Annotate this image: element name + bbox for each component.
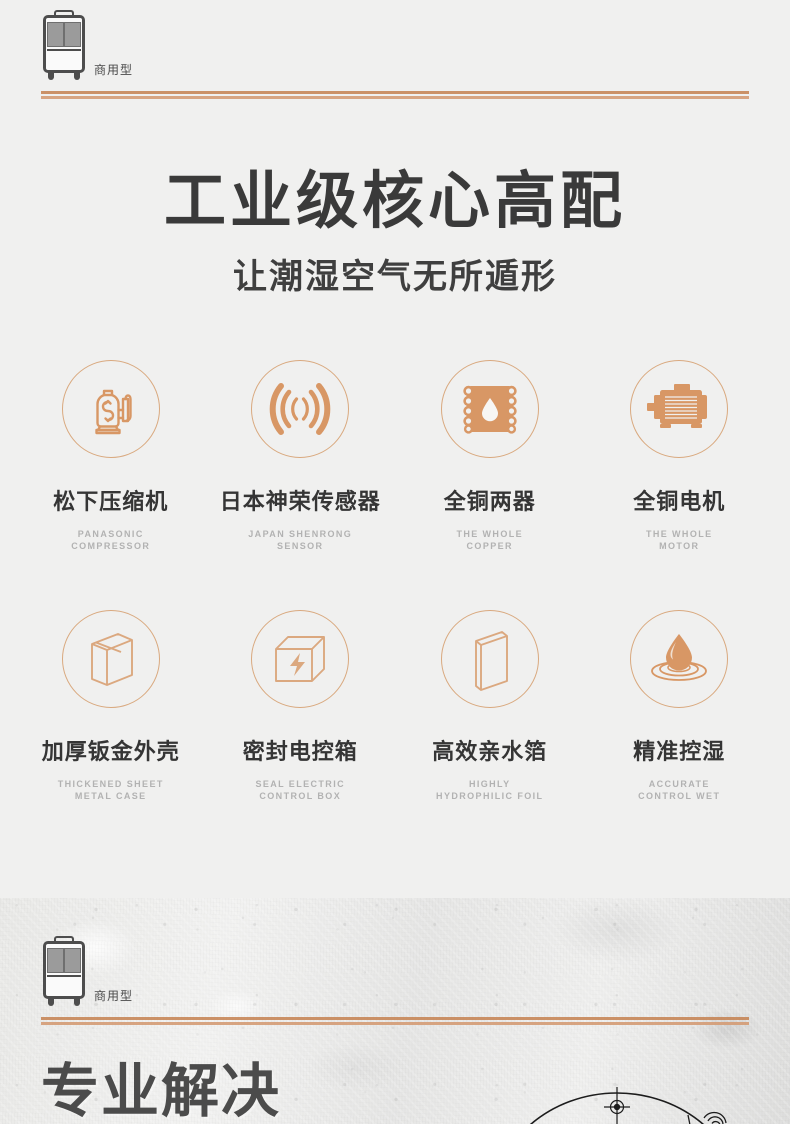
feature-subtitle: THE WHOLE MOTOR <box>585 528 775 552</box>
feature-subtitle-line2: HYDROPHILIC FOIL <box>436 791 544 802</box>
brand-header-top: 商用型 <box>41 6 749 99</box>
brand-divider-bottom <box>41 1017 749 1025</box>
hydrophilic-foil-icon <box>474 631 508 692</box>
feature-subtitle: HIGHLY HYDROPHILIC FOIL <box>395 778 585 802</box>
feature-item: 加厚钣金外壳 THICKENED SHEET METAL CASE <box>16 610 206 802</box>
feature-subtitle-line2: CONTROL WET <box>638 791 721 802</box>
feature-subtitle-line2: COPPER <box>466 541 513 552</box>
feature-title: 松下压缩机 <box>53 490 169 515</box>
feature-subtitle: SEAL ELECTRIC CONTROL BOX <box>206 778 396 802</box>
feature-subtitle-line1: HIGHLY <box>468 779 511 790</box>
bottom-section-title: 专业解决 <box>41 1057 282 1124</box>
feature-icon-circle <box>440 360 539 458</box>
feature-subtitle: ACCURATE CONTROL WET <box>585 778 775 802</box>
feature-subtitle-line1: THE WHOLE <box>645 529 713 539</box>
feature-item: 高效亲水箔 HIGHLY HYDROPHILIC FOIL <box>395 610 585 802</box>
feature-icon-circle <box>251 360 350 458</box>
feature-subtitle-line2: SENSOR <box>277 541 324 552</box>
feature-subtitle-line2: MOTOR <box>659 541 700 552</box>
feature-subtitle-line2: CONTROL BOX <box>259 791 342 802</box>
feature-subtitle: THE WHOLE COPPER <box>395 528 585 552</box>
page-title: 工业级核心高配 <box>163 164 626 237</box>
water-drop-ripple-icon <box>651 634 708 682</box>
feature-subtitle-line1: PANASONIC <box>77 529 144 539</box>
feature-item: 全铜两器 THE WHOLE COPPER <box>395 360 585 552</box>
feature-subtitle-line1: SEAL ELECTRIC <box>255 779 346 790</box>
dehumidifier-machine-icon <box>41 10 87 84</box>
dehumidifier-machine-icon <box>41 936 87 1010</box>
brand-label-bottom: 商用型 <box>94 989 134 1003</box>
feature-item: 全铜电机 THE WHOLE MOTOR <box>585 360 775 552</box>
feature-icon-circle <box>251 610 350 709</box>
feature-grid: 松下压缩机 PANASONIC COMPRESSOR 日本神荣传感器 JAPAN… <box>16 360 774 803</box>
brand-header-bottom: 商用型 <box>41 932 749 1025</box>
feature-subtitle-line1: THE WHOLE <box>456 529 524 539</box>
feature-title: 日本神荣传感器 <box>219 490 381 515</box>
feature-icon-circle <box>61 610 160 709</box>
electric-motor-icon <box>647 384 708 428</box>
feature-title: 全铜电机 <box>633 490 726 515</box>
feature-icon-circle <box>61 360 160 458</box>
brand-label-top: 商用型 <box>94 63 134 77</box>
electric-control-box-icon <box>275 636 326 683</box>
feature-item: 松下压缩机 PANASONIC COMPRESSOR <box>16 360 206 552</box>
feature-subtitle: PANASONIC COMPRESSOR <box>16 528 206 552</box>
features-section: 商用型 工业级核心高配 让潮湿空气无所遁形 松下压缩机 PANASONIC CO… <box>0 0 790 898</box>
compressor-icon <box>95 389 132 435</box>
feature-item: 精准控湿 ACCURATE CONTROL WET <box>585 610 775 802</box>
copper-heat-exchanger-icon <box>463 385 517 434</box>
feature-icon-circle <box>630 610 729 709</box>
page-subtitle: 让潮湿空气无所遁形 <box>233 257 557 298</box>
feature-subtitle-line1: ACCURATE <box>648 779 710 790</box>
product-detail-page: 商用型 工业级核心高配 让潮湿空气无所遁形 松下压缩机 PANASONIC CO… <box>0 0 790 1124</box>
feature-title: 精准控湿 <box>633 740 726 766</box>
feature-subtitle-line1: JAPAN SHENRONG <box>248 529 353 539</box>
feature-title: 高效亲水箔 <box>432 740 548 766</box>
feature-item: 日本神荣传感器 JAPAN SHENRONG SENSOR <box>206 360 396 552</box>
brand-divider-top <box>41 91 749 99</box>
feature-subtitle: JAPAN SHENRONG SENSOR <box>206 528 396 552</box>
feature-subtitle-line2: COMPRESSOR <box>71 541 151 552</box>
feature-title: 加厚钣金外壳 <box>41 740 180 766</box>
hero-heading-block: 工业级核心高配 让潮湿空气无所遁形 <box>0 168 790 298</box>
sheet-metal-case-icon <box>90 633 133 687</box>
feature-icon-circle <box>440 610 539 709</box>
feature-title: 密封电控箱 <box>242 740 358 766</box>
feature-subtitle-line1: THICKENED SHEET <box>57 779 164 790</box>
signal-wave-sensor-icon <box>269 383 331 435</box>
feature-title: 全铜两器 <box>443 490 536 515</box>
feature-subtitle-line2: METAL CASE <box>74 791 147 802</box>
feature-icon-circle <box>630 360 729 458</box>
feature-subtitle: THICKENED SHEET METAL CASE <box>16 778 206 802</box>
feature-item: 密封电控箱 SEAL ELECTRIC CONTROL BOX <box>206 610 396 802</box>
